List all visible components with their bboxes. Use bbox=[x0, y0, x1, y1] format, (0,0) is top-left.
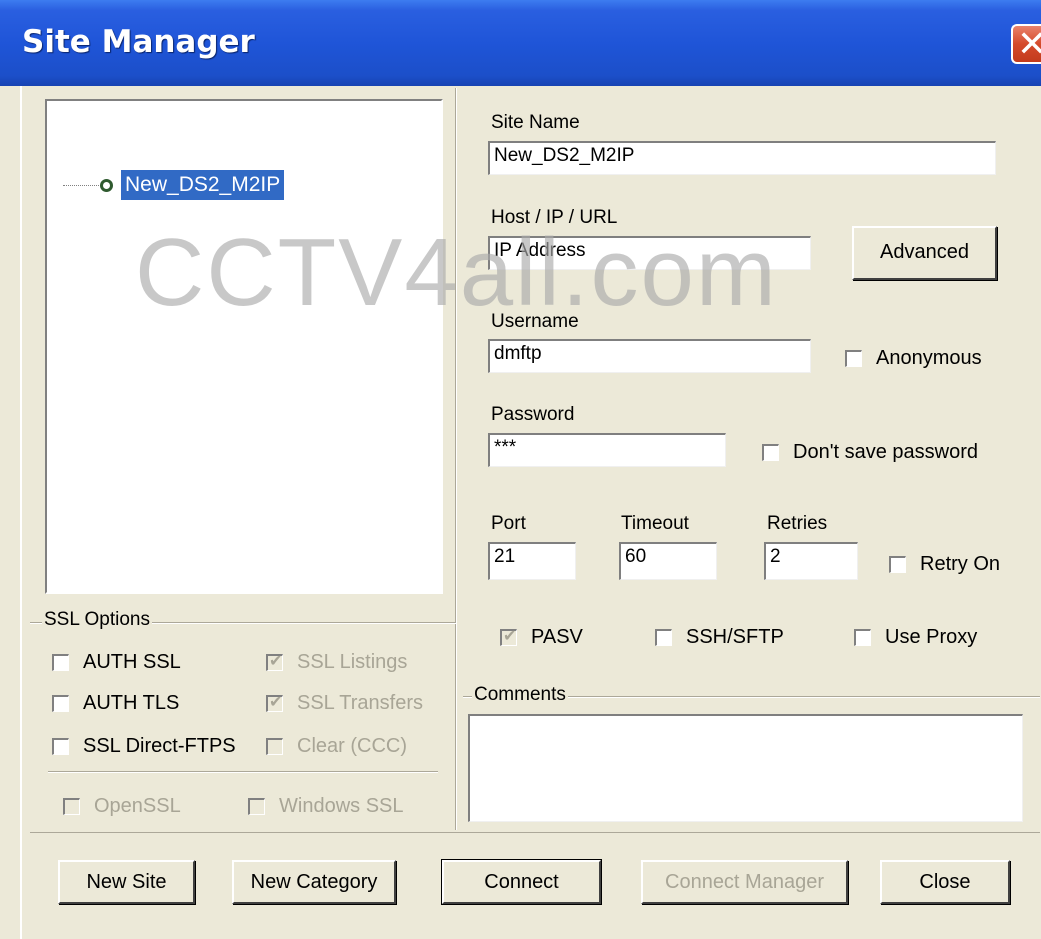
timeout-input[interactable]: 60 bbox=[619, 542, 717, 580]
auth-tls-checkbox[interactable]: AUTH TLS bbox=[52, 692, 179, 715]
site-tree[interactable]: New_DS2_M2IP bbox=[45, 99, 443, 594]
use-proxy-checkbox[interactable]: Use Proxy bbox=[854, 626, 977, 649]
windows-ssl-checkbox[interactable]: Windows SSL bbox=[248, 795, 404, 818]
timeout-label: Timeout bbox=[621, 513, 689, 534]
ssl-transfers-label: SSL Transfers bbox=[297, 692, 423, 714]
comments-label: Comments bbox=[472, 684, 568, 706]
pasv-box[interactable]: ✔ bbox=[500, 628, 517, 646]
ssl-listings-checkbox[interactable]: ✔ SSL Listings bbox=[266, 651, 407, 674]
ssl-separator bbox=[48, 771, 438, 773]
username-input[interactable]: dmftp bbox=[488, 339, 811, 373]
windows-ssl-box[interactable] bbox=[248, 798, 265, 815]
dont-save-password-label: Don't save password bbox=[793, 441, 979, 463]
close-window-button[interactable]: ✕ bbox=[1011, 24, 1041, 65]
new-category-button[interactable]: New Category bbox=[232, 860, 396, 904]
ssl-direct-box[interactable] bbox=[52, 738, 69, 755]
check-mark-icon: ✔ bbox=[269, 694, 283, 711]
pasv-checkbox[interactable]: ✔ PASV bbox=[500, 626, 583, 649]
ssl-direct-checkbox[interactable]: SSL Direct-FTPS bbox=[52, 735, 236, 758]
clear-ccc-label: Clear (CCC) bbox=[297, 735, 407, 757]
retry-on-box[interactable] bbox=[889, 556, 906, 573]
ssh-sftp-box[interactable] bbox=[655, 629, 672, 646]
close-icon: ✕ bbox=[1017, 24, 1041, 65]
use-proxy-box[interactable] bbox=[854, 629, 871, 646]
host-label: Host / IP / URL bbox=[491, 207, 618, 228]
username-label: Username bbox=[491, 311, 579, 332]
pasv-label: PASV bbox=[531, 626, 583, 648]
site-name-input[interactable]: New_DS2_M2IP bbox=[488, 141, 996, 175]
close-button[interactable]: Close bbox=[880, 860, 1010, 904]
auth-tls-label: AUTH TLS bbox=[83, 692, 180, 714]
title-bar: Site Manager ✕ bbox=[0, 0, 1041, 86]
password-input[interactable]: *** bbox=[488, 433, 726, 467]
host-input[interactable]: IP Address bbox=[488, 236, 811, 270]
password-label: Password bbox=[491, 404, 575, 425]
anonymous-checkbox[interactable]: Anonymous bbox=[845, 347, 982, 370]
site-node-icon bbox=[100, 179, 113, 192]
window-title: Site Manager bbox=[22, 24, 255, 60]
ssh-sftp-checkbox[interactable]: SSH/SFTP bbox=[655, 626, 784, 649]
openssl-label: OpenSSL bbox=[94, 795, 181, 817]
site-name-label: Site Name bbox=[491, 112, 580, 133]
openssl-box[interactable] bbox=[63, 798, 80, 815]
ssl-listings-box[interactable]: ✔ bbox=[266, 653, 283, 671]
check-mark-icon: ✔ bbox=[503, 628, 517, 645]
check-mark-icon: ✔ bbox=[269, 653, 283, 670]
auth-tls-box[interactable] bbox=[52, 695, 69, 712]
advanced-button[interactable]: Advanced bbox=[852, 226, 997, 280]
clear-ccc-checkbox[interactable]: Clear (CCC) bbox=[266, 735, 407, 758]
auth-ssl-label: AUTH SSL bbox=[83, 651, 181, 673]
retries-input[interactable]: 2 bbox=[764, 542, 858, 580]
dont-save-password-box[interactable] bbox=[762, 444, 779, 461]
ssl-transfers-box[interactable]: ✔ bbox=[266, 694, 283, 712]
pane-divider bbox=[455, 88, 457, 830]
retry-on-label: Retry On bbox=[920, 553, 1001, 575]
ssl-listings-label: SSL Listings bbox=[297, 651, 408, 673]
use-proxy-label: Use Proxy bbox=[885, 626, 978, 648]
ssl-options-label: SSL Options bbox=[42, 609, 152, 631]
ssl-transfers-checkbox[interactable]: ✔ SSL Transfers bbox=[266, 692, 423, 715]
anonymous-checkbox-box[interactable] bbox=[845, 350, 862, 367]
openssl-checkbox[interactable]: OpenSSL bbox=[63, 795, 181, 818]
auth-ssl-checkbox[interactable]: AUTH SSL bbox=[52, 651, 181, 674]
ssh-sftp-label: SSH/SFTP bbox=[686, 626, 784, 648]
tree-connector-line bbox=[63, 185, 103, 186]
tree-item-site[interactable]: New_DS2_M2IP bbox=[121, 170, 285, 200]
dont-save-password-checkbox[interactable]: Don't save password bbox=[762, 441, 978, 464]
retries-label: Retries bbox=[767, 513, 828, 534]
windows-ssl-label: Windows SSL bbox=[279, 795, 404, 817]
connect-manager-button[interactable]: Connect Manager bbox=[641, 860, 848, 904]
new-site-button[interactable]: New Site bbox=[58, 860, 195, 904]
auth-ssl-box[interactable] bbox=[52, 654, 69, 671]
retry-on-checkbox[interactable]: Retry On bbox=[889, 553, 1000, 576]
clear-ccc-box[interactable] bbox=[266, 738, 283, 755]
anonymous-label: Anonymous bbox=[876, 347, 982, 369]
comments-textarea[interactable] bbox=[468, 714, 1023, 822]
ssl-direct-label: SSL Direct-FTPS bbox=[83, 735, 236, 757]
port-label: Port bbox=[491, 513, 526, 534]
connect-button[interactable]: Connect bbox=[441, 859, 602, 905]
port-input[interactable]: 21 bbox=[488, 542, 576, 580]
